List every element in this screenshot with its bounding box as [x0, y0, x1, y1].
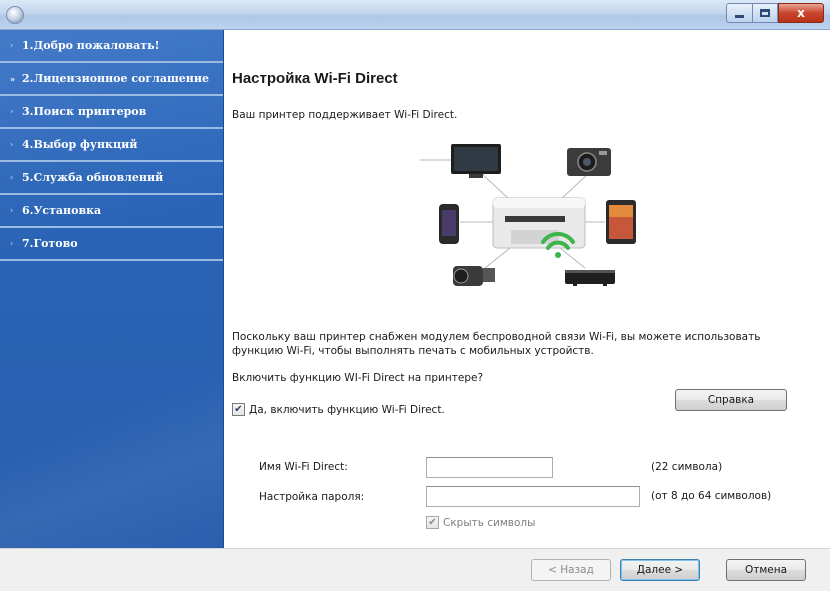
- wizard-button-bar: < Назад Далее > Отмена: [0, 548, 830, 591]
- sidebar-step-label: 6.Установка: [22, 204, 102, 217]
- wizard-steps-sidebar: › 1.Добро пожаловать! » 2.Лицензионное с…: [0, 30, 224, 548]
- minimize-button[interactable]: [726, 3, 752, 23]
- step-arrow-icon: ›: [10, 107, 14, 116]
- help-button[interactable]: Справка: [675, 389, 787, 411]
- window-controls: x: [726, 3, 824, 23]
- step-arrow-icon: ›: [10, 206, 14, 215]
- enable-wifi-direct-label: Да, включить функцию Wi-Fi Direct.: [249, 403, 445, 416]
- wifi-direct-illustration: [420, 144, 636, 286]
- maximize-icon: [760, 9, 770, 17]
- tablet-icon: [606, 200, 636, 244]
- sidebar-step-features: › 4.Выбор функций: [0, 129, 223, 162]
- password-label: Настройка пароля:: [259, 491, 365, 503]
- step-arrow-active-icon: »: [10, 73, 15, 84]
- sidebar-step-label: 3.Поиск принтеров: [22, 105, 147, 118]
- step-arrow-icon: ›: [10, 140, 14, 149]
- minimize-icon: [735, 14, 744, 18]
- sidebar-step-label: 5.Служба обновлений: [22, 171, 164, 184]
- wifi-direct-name-input[interactable]: [426, 457, 553, 478]
- phone-icon: [439, 204, 459, 244]
- sidebar-step-printer-search: › 3.Поиск принтеров: [0, 96, 223, 129]
- step-arrow-icon: ›: [10, 173, 14, 182]
- sidebar-step-label: 2.Лицензионное соглашение: [22, 72, 210, 85]
- cancel-button[interactable]: Отмена: [726, 559, 806, 581]
- app-icon: [6, 6, 24, 24]
- maximize-button[interactable]: [752, 3, 778, 23]
- close-icon: x: [797, 6, 805, 20]
- page-subtitle: Ваш принтер поддерживает Wi-Fi Direct.: [232, 109, 458, 121]
- sidebar-step-label: 7.Готово: [22, 237, 78, 250]
- wifi-direct-name-label: Имя Wi-Fi Direct:: [259, 461, 348, 473]
- tv-icon: [451, 144, 501, 178]
- next-button[interactable]: Далее >: [620, 559, 700, 581]
- camcorder-icon: [453, 266, 495, 286]
- hide-chars-checkbox[interactable]: ✔ Скрыть символы: [426, 516, 535, 529]
- close-button[interactable]: x: [778, 3, 824, 23]
- sidebar-step-label: 1.Добро пожаловать!: [22, 39, 160, 52]
- back-button[interactable]: < Назад: [531, 559, 611, 581]
- hide-chars-label: Скрыть символы: [443, 516, 536, 529]
- sidebar-step-license: » 2.Лицензионное соглашение: [0, 63, 223, 96]
- step-arrow-icon: ›: [10, 41, 14, 50]
- enable-question: Включить функцию WI-Fi Direct на принтер…: [232, 372, 484, 384]
- page-title: Настройка Wi-Fi Direct: [232, 70, 398, 87]
- sidebar-step-done: › 7.Готово: [0, 228, 223, 261]
- camera-icon: [567, 148, 611, 176]
- window-title-bar[interactable]: x: [0, 0, 830, 30]
- sidebar-step-welcome: › 1.Добро пожаловать!: [0, 30, 223, 63]
- checkbox-checked-icon[interactable]: ✔: [426, 516, 439, 529]
- password-input[interactable]: [426, 486, 640, 507]
- wifi-description: Поскольку ваш принтер снабжен модулем бе…: [232, 331, 761, 357]
- sidebar-step-label: 4.Выбор функций: [22, 138, 138, 151]
- enable-wifi-direct-checkbox[interactable]: ✔ Да, включить функцию Wi-Fi Direct.: [232, 403, 445, 416]
- sidebar-step-install: › 6.Установка: [0, 195, 223, 228]
- sidebar-step-update-service: › 5.Служба обновлений: [0, 162, 223, 195]
- name-length-hint: (22 символа): [651, 461, 723, 473]
- sidebar-decoration: [0, 378, 223, 548]
- checkbox-checked-icon[interactable]: ✔: [232, 403, 245, 416]
- media-player-icon: [565, 270, 615, 286]
- step-arrow-icon: ›: [10, 239, 14, 248]
- password-length-hint: (от 8 до 64 символов): [651, 490, 772, 502]
- main-panel: Настройка Wi-Fi Direct Ваш принтер подде…: [225, 30, 830, 548]
